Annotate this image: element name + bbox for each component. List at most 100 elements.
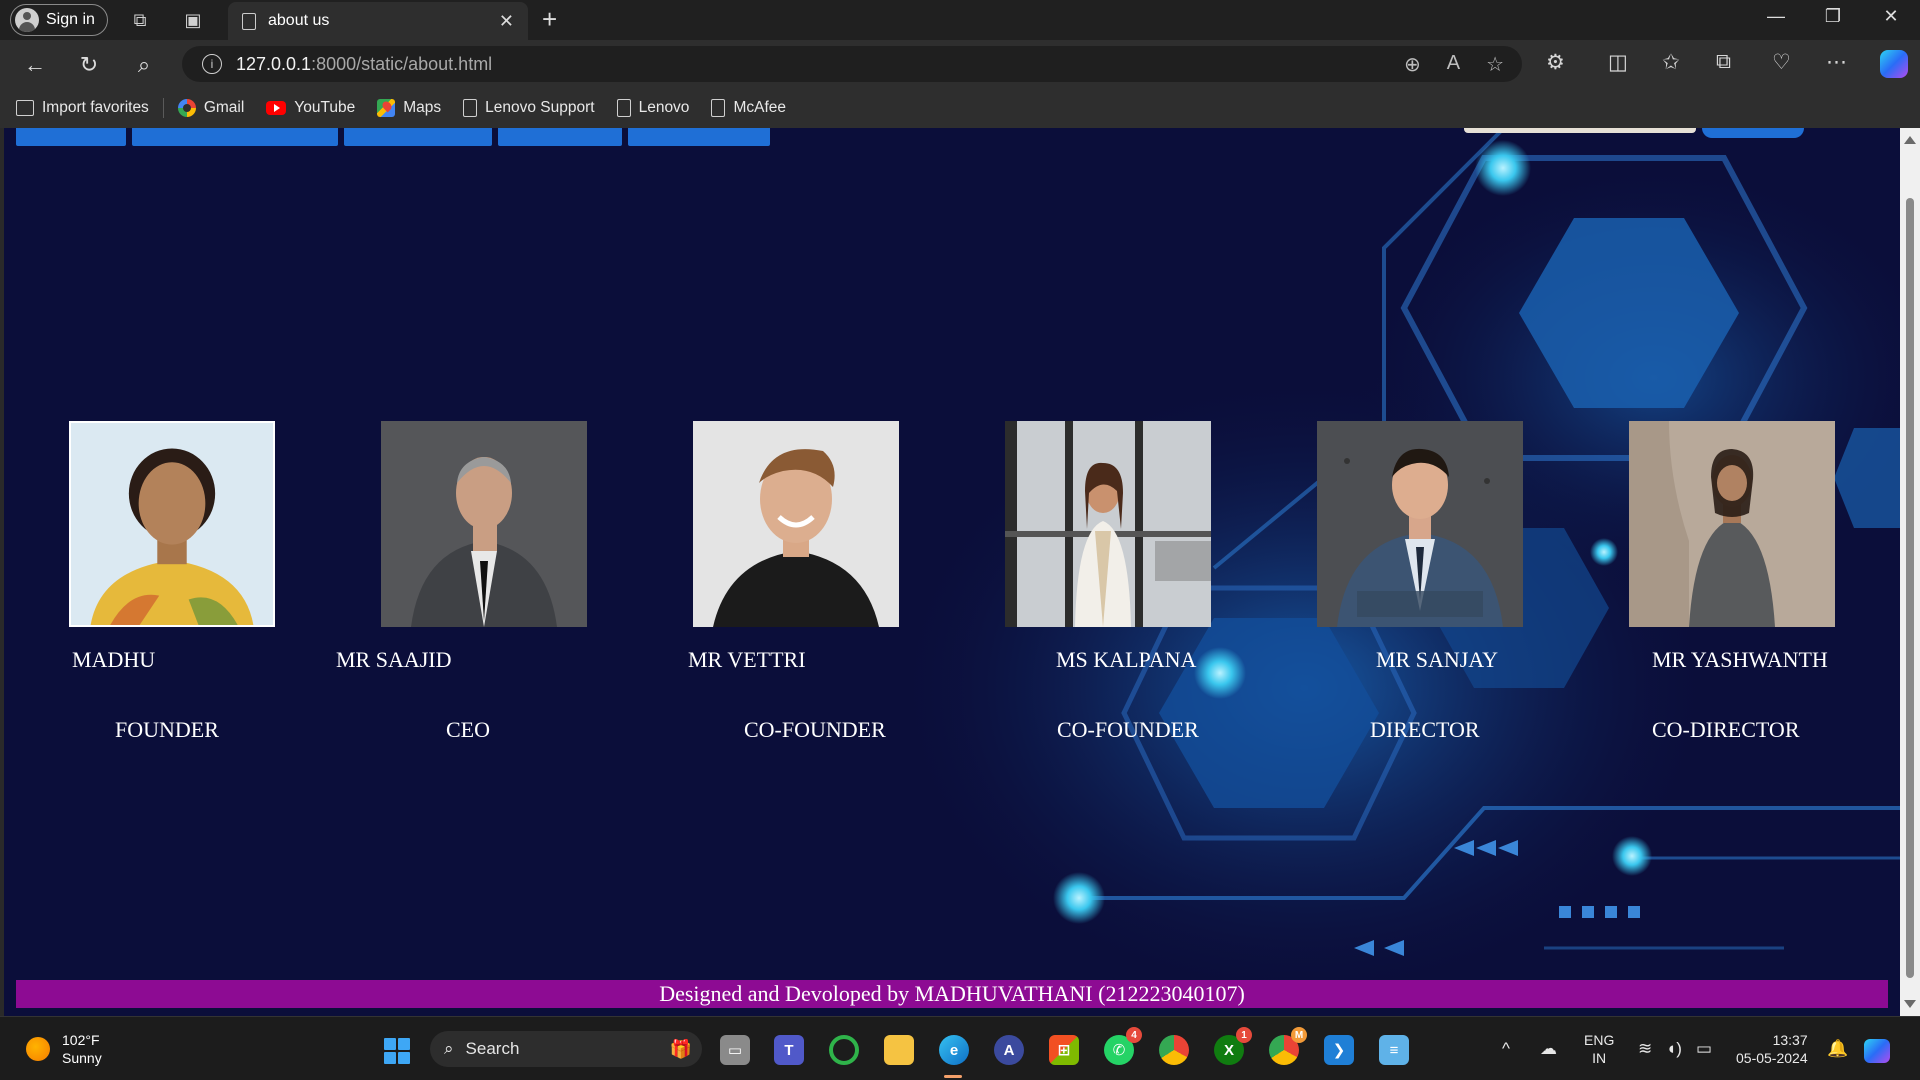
team-role-co-founder: CO-FOUNDER [744, 717, 886, 742]
nav-tab[interactable] [132, 128, 338, 146]
favorite-youtube[interactable]: YouTube [266, 99, 355, 117]
favorites-bar: Import favorites Gmail YouTube Maps Leno… [0, 88, 1920, 128]
search-icon[interactable]: ⌕ [131, 52, 157, 78]
favorite-mcafee[interactable]: McAfee [711, 99, 786, 117]
search-icon: ⌕ [444, 1039, 454, 1058]
team-role-ceo: CEO [446, 717, 490, 742]
team-photo-kalpana [1005, 421, 1211, 627]
favorite-lenovo[interactable]: Lenovo [616, 99, 689, 117]
chrome-icon[interactable] [1159, 1035, 1189, 1065]
maps-icon [377, 99, 396, 117]
team-name-vettri: MR VETTRI [688, 647, 806, 672]
edge-browser-icon[interactable]: e [939, 1035, 969, 1065]
extensions-icon[interactable]: ⚙ [1546, 50, 1565, 75]
app-a-icon[interactable]: A [994, 1035, 1024, 1065]
vscode-icon[interactable]: ❯ [1324, 1035, 1354, 1065]
read-aloud-icon[interactable]: A [1447, 52, 1460, 77]
weather-widget[interactable]: 102°F Sunny [26, 1031, 102, 1067]
workspaces-icon[interactable]: ⧉ [128, 8, 152, 32]
refresh-app-icon[interactable] [829, 1035, 859, 1065]
weather-description: Sunny [62, 1050, 102, 1066]
microsoft-store-icon[interactable]: ⊞ [1049, 1035, 1079, 1065]
windows-start-icon[interactable] [384, 1038, 410, 1064]
taskbar-search-box[interactable]: ⌕ Search 🎁 [430, 1031, 702, 1067]
collections-icon[interactable]: ⧉ [1716, 50, 1731, 74]
active-app-indicator [944, 1075, 962, 1078]
vertical-tabs-icon[interactable]: ▣ [181, 8, 205, 32]
favorite-label: Maps [403, 99, 442, 116]
settings-more-icon[interactable]: ⋯ [1826, 50, 1847, 75]
zoom-icon[interactable]: ⊕ [1404, 52, 1421, 77]
team-photo-yashwanth [1629, 421, 1835, 627]
notification-bell-icon[interactable]: 🔔 [1827, 1039, 1848, 1059]
team-photo-sanjay [1317, 421, 1523, 627]
sign-in-button[interactable]: Sign in [10, 4, 108, 36]
nav-tab[interactable] [498, 128, 622, 146]
team-photo-saajid [381, 421, 587, 627]
close-window-button[interactable]: ✕ [1868, 6, 1914, 27]
nav-tab[interactable] [16, 128, 126, 146]
battery-icon[interactable]: ▭ [1696, 1039, 1712, 1059]
favorite-lenovo-support[interactable]: Lenovo Support [463, 99, 595, 117]
url-path: :8000/static/about.html [311, 53, 493, 74]
notepad-icon[interactable]: ≡ [1379, 1035, 1409, 1065]
restore-button[interactable]: ❐ [1810, 6, 1856, 27]
copilot-icon[interactable] [1880, 50, 1908, 78]
close-tab-icon[interactable]: ✕ [499, 11, 514, 32]
back-icon[interactable]: ← [22, 52, 48, 78]
site-info-icon[interactable]: i [202, 54, 222, 74]
site-search-input[interactable] [1464, 128, 1696, 133]
show-hidden-icons-chevron-icon[interactable]: ^ [1502, 1039, 1510, 1059]
sign-in-label: Sign in [46, 11, 95, 28]
url-host: 127.0.0.1 [236, 53, 312, 74]
favorites-icon[interactable]: ✩ [1662, 50, 1680, 75]
xbox-icon[interactable]: X1 [1214, 1027, 1252, 1065]
address-bar[interactable]: i 127.0.0.1:8000/static/about.html ⊕ A ☆ [182, 46, 1522, 82]
nav-tab[interactable] [344, 128, 492, 146]
scroll-down-arrow-icon[interactable] [1904, 1000, 1916, 1008]
language-indicator[interactable]: ENG IN [1584, 1031, 1614, 1067]
browser-title-bar: Sign in ⧉ ▣ about us ✕ + — ❐ ✕ [0, 0, 1920, 40]
browser-essentials-icon[interactable]: ♡ [1772, 50, 1791, 75]
task-view-icon[interactable]: ▭ [720, 1035, 750, 1065]
whatsapp-icon[interactable]: ✆ 4 [1104, 1027, 1142, 1065]
volume-icon[interactable]: ◖) [1666, 1039, 1682, 1059]
team-name-kalpana: MS KALPANA [1056, 647, 1197, 672]
file-explorer-icon[interactable] [884, 1035, 914, 1065]
new-tab-button[interactable]: + [542, 4, 557, 35]
wifi-icon[interactable]: ≋ [1638, 1039, 1652, 1059]
scrollbar-thumb[interactable] [1906, 198, 1914, 978]
favorite-maps[interactable]: Maps [377, 99, 441, 117]
nav-tab[interactable] [628, 128, 770, 146]
site-search-button[interactable] [1702, 128, 1804, 138]
favorite-star-icon[interactable]: ☆ [1486, 52, 1504, 77]
system-clock[interactable]: 13:37 05-05-2024 [1736, 1031, 1808, 1067]
page-icon [242, 12, 256, 30]
onedrive-cloud-icon[interactable]: ☁ [1540, 1039, 1557, 1059]
page-scrollbar[interactable] [1900, 128, 1920, 1016]
page-icon [463, 99, 478, 117]
weather-temperature: 102°F [62, 1032, 100, 1048]
minimize-button[interactable]: — [1753, 6, 1799, 27]
page-viewport: MADHU MR SAAJID MR VETTRI MS KALPANA MR … [0, 128, 1920, 1016]
chrome-profile-icon[interactable]: M [1269, 1027, 1307, 1065]
favorite-label: McAfee [733, 99, 786, 116]
import-icon [16, 100, 34, 116]
xbox-badge: 1 [1236, 1027, 1252, 1043]
tab-about-us[interactable]: about us ✕ [228, 2, 528, 40]
favorite-import[interactable]: Import favorites [16, 99, 149, 117]
teams-icon[interactable]: T [774, 1035, 804, 1065]
favorite-gmail[interactable]: Gmail [177, 99, 245, 117]
whatsapp-badge: 4 [1126, 1027, 1142, 1043]
chrome-profile-badge: M [1291, 1027, 1307, 1043]
team-role-director: DIRECTOR [1370, 717, 1480, 742]
favorite-label: Gmail [203, 99, 245, 116]
language-code: ENG [1584, 1032, 1615, 1048]
youtube-icon [266, 101, 287, 115]
page-icon [711, 99, 726, 117]
copilot-taskbar-icon[interactable] [1864, 1039, 1890, 1063]
refresh-icon[interactable]: ↻ [76, 52, 102, 78]
split-screen-icon[interactable]: ◫ [1608, 50, 1628, 75]
scroll-up-arrow-icon[interactable] [1904, 136, 1916, 144]
favorite-label: YouTube [294, 99, 356, 116]
